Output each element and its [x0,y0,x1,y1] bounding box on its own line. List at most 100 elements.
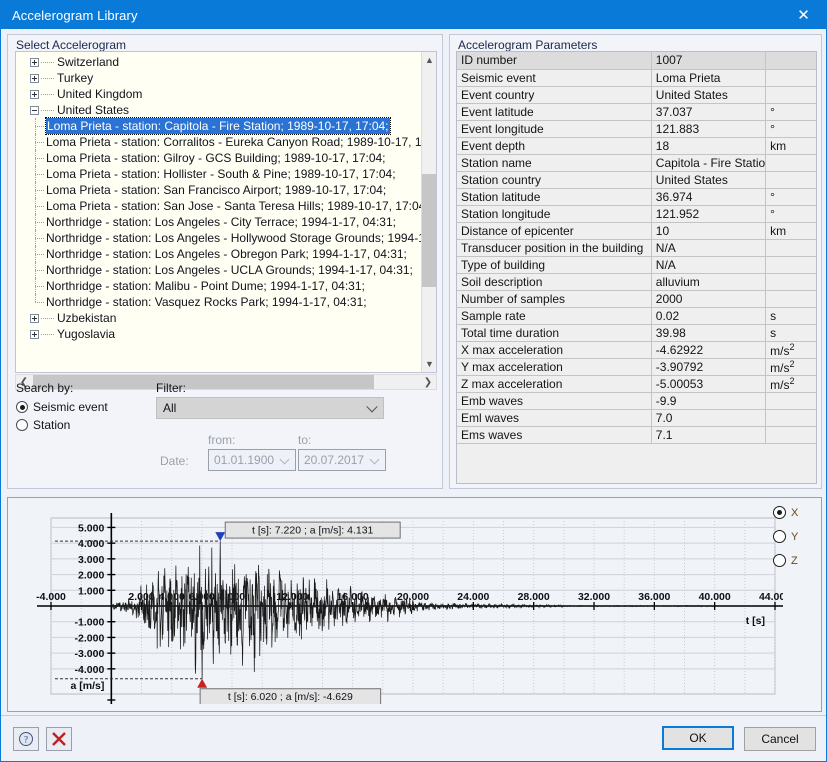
vertical-scroll-thumb[interactable] [422,174,436,287]
horizontal-scroll-thumb[interactable] [33,375,374,389]
radio-component-y[interactable]: Y [773,530,813,543]
expand-plus-icon[interactable] [30,73,39,83]
table-row[interactable]: Station name Capitola - Fire Statio [457,154,816,172]
table-row[interactable]: Emb waves -9.9 [457,392,816,410]
tree-horizontal-scrollbar[interactable]: ❮ ❯ [15,374,437,390]
tree-connector [35,126,44,127]
parameter-unit [765,426,816,444]
tree-item-accelerogram[interactable]: Loma Prieta - station: Hollister - South… [16,166,424,182]
parameter-unit [765,69,816,87]
tree-item-country[interactable]: Turkey [16,70,424,86]
parameter-unit [765,409,816,427]
tree-item-accelerogram[interactable]: Loma Prieta - station: San Francisco Air… [16,182,424,198]
accelerogram-tree[interactable]: Switzerland Turkey United Kingdom United St… [15,51,437,373]
date-from-input[interactable]: 01.01.1900 [208,449,296,471]
tree-connector [35,302,44,303]
parameter-unit: ° [765,120,816,138]
parameter-unit: s [765,307,816,325]
table-row[interactable]: Y max acceleration -3.90792 m/s2 [457,358,816,376]
cancel-button[interactable]: Cancel [744,727,816,751]
parameter-unit: m/s2 [765,358,816,376]
tree-item-accelerogram[interactable]: Loma Prieta - station: Gilroy - GCS Buil… [16,150,424,166]
tree-item-country[interactable]: Uzbekistan [16,310,424,326]
tree-item-accelerogram[interactable]: Northridge - station: Los Angeles - City… [16,214,424,230]
table-row[interactable]: Event depth 18 km [457,137,816,155]
table-row[interactable]: Station longitude 121.952 ° [457,205,816,223]
radio-seismic-event[interactable]: Seismic event [16,400,108,414]
table-row[interactable]: Event country United States [457,86,816,104]
filter-value: All [163,401,177,415]
tree-vertical-scrollbar[interactable]: ▲ ▼ [421,52,436,372]
accelerogram-plot[interactable]: 5.000 4.000 3.000 2.000 1.000 -1.000 -2.000 -3.… [23,508,783,704]
tree-item-accelerogram[interactable]: Northridge - station: Los Angeles - UCLA… [16,262,424,278]
parameter-value: 121.883 [651,120,767,138]
tree-item-country[interactable]: United Kingdom [16,86,424,102]
tree-item-country[interactable]: Yugoslavia [16,326,424,342]
expand-plus-icon[interactable] [30,57,39,67]
y-tick-label: 4.000 [78,538,104,550]
expand-plus-icon[interactable] [30,329,39,339]
parameter-unit: ° [765,188,816,206]
tree-item-country[interactable]: Switzerland [16,54,424,70]
tree-item-accelerogram[interactable]: Northridge - station: Los Angeles - Holl… [16,230,436,246]
radio-component-x[interactable]: X [773,506,813,519]
parameter-value: -3.90792 [651,358,767,376]
table-row[interactable]: ID number 1007 [457,52,816,70]
tree-connector [35,286,44,287]
tree-item-country[interactable]: United States [16,102,424,118]
table-filler [457,443,816,483]
date-to-input[interactable]: 20.07.2017 [298,449,386,471]
table-row[interactable]: X max acceleration -4.62922 m/s2 [457,341,816,359]
table-row[interactable]: Total time duration 39.98 s [457,324,816,342]
parameter-key: Event longitude [457,120,652,138]
scroll-up-icon[interactable]: ▲ [422,52,436,68]
table-row[interactable]: Type of building N/A [457,256,816,274]
table-row[interactable]: Sample rate 0.02 s [457,307,816,325]
table-row[interactable]: Number of samples 2000 [457,290,816,308]
tree-item-accelerogram[interactable]: Loma Prieta - station: San Jose - Santa … [16,198,429,214]
table-row[interactable]: Event longitude 121.883 ° [457,120,816,138]
table-row[interactable]: Transducer position in the building N/A [457,239,816,257]
svg-text:?: ? [24,735,28,745]
tree-item-accelerogram[interactable]: Northridge - station: Malibu - Point Dum… [16,278,424,294]
radio-station[interactable]: Station [16,418,70,432]
table-row[interactable]: Eml waves 7.0 [457,409,816,427]
tree-item-label: Loma Prieta - station: San Jose - Santa … [46,199,429,213]
collapse-minus-icon[interactable] [30,105,39,115]
table-row[interactable]: Distance of epicenter 10 km [457,222,816,240]
scroll-right-icon[interactable]: ❯ [420,375,436,389]
table-row[interactable]: Station country United States [457,171,816,189]
accelerogram-parameters-group: Accelerogram Parameters ID number 1007 Sei… [449,34,822,489]
table-row[interactable]: Event latitude 37.037 ° [457,103,816,121]
select-accelerogram-group: Select Accelerogram Switzerland Turkey Uni… [7,34,448,527]
tree-connector [41,61,54,63]
parameter-value: N/A [651,239,767,257]
ok-button[interactable]: OK [662,726,734,750]
tree-item-label: Loma Prieta - station: Corralitos - Eure… [46,135,437,149]
table-row[interactable]: Z max acceleration -5.00053 m/s2 [457,375,816,393]
parameter-unit: s [765,324,816,342]
tree-connector [35,238,44,239]
y-tick-label: -1.000 [75,617,105,629]
help-button[interactable]: ? [13,727,39,751]
tree-item-accelerogram[interactable]: Loma Prieta - station: Corralitos - Eure… [16,134,436,150]
close-icon[interactable]: ✕ [781,1,826,29]
expand-plus-icon[interactable] [30,89,39,99]
tree-connector [41,317,54,319]
window-title: Accelerogram Library [12,7,138,23]
tree-item-accelerogram[interactable]: Northridge - station: Los Angeles - Obre… [16,246,424,262]
help-icon: ? [19,732,33,746]
table-row[interactable]: Station latitude 36.974 ° [457,188,816,206]
filter-dropdown[interactable]: All [156,397,384,419]
scroll-down-icon[interactable]: ▼ [422,356,436,372]
delete-button[interactable] [46,727,72,751]
table-row[interactable]: Seismic event Loma Prieta [457,69,816,87]
tree-item-accelerogram[interactable]: Northridge - station: Vasquez Rocks Park… [16,294,424,310]
radio-station-label: Station [33,418,71,432]
tree-item-label: Northridge - station: Los Angeles - UCLA… [46,263,413,277]
tree-item-accelerogram[interactable]: Loma Prieta - station: Capitola - Fire S… [16,117,424,135]
radio-component-z[interactable]: Z [773,554,813,567]
table-row[interactable]: Soil description alluvium [457,273,816,291]
table-row[interactable]: Ems waves 7.1 [457,426,816,444]
expand-plus-icon[interactable] [30,313,39,323]
